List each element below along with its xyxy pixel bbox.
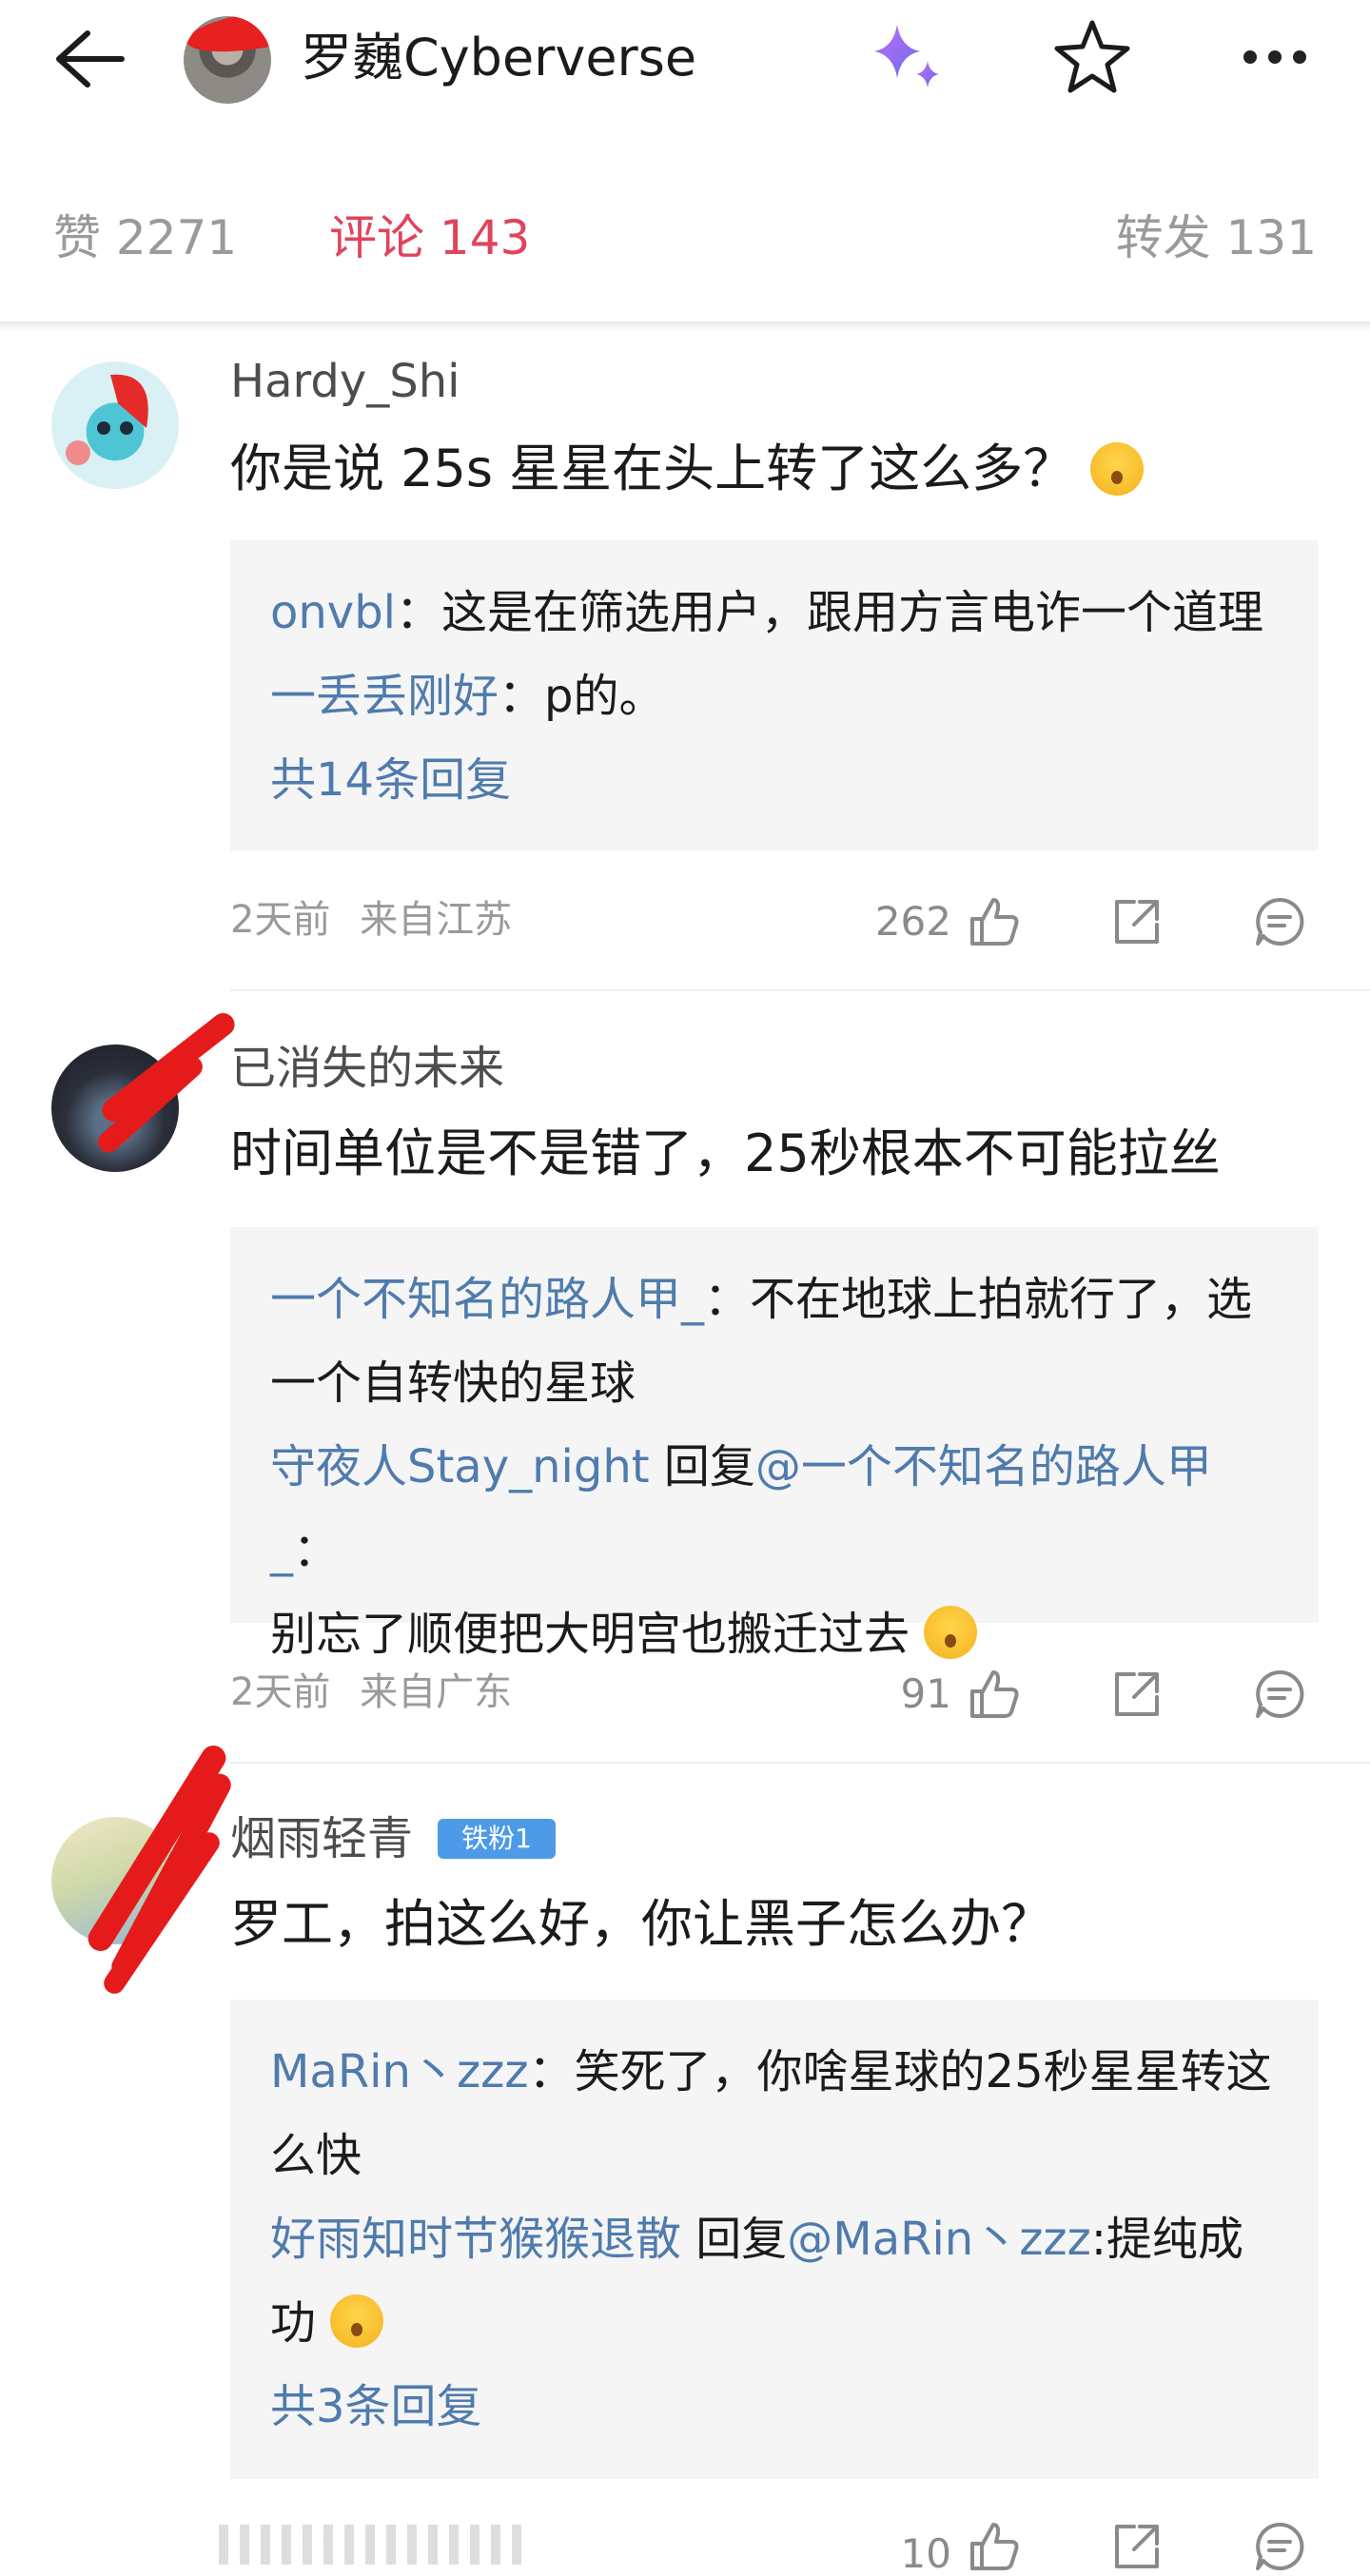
reply-text: 别忘了顺便把大明宫也搬迁过去 <box>270 1608 910 1661</box>
reply-line: 么快 <box>270 2114 1279 2197</box>
comment-divider <box>230 989 1370 991</box>
comment-bubble-icon[interactable] <box>1252 2519 1307 2574</box>
like-count: 91 <box>900 1670 951 1717</box>
view-more-replies[interactable]: 共3条回复 <box>270 2365 1279 2449</box>
more-dot <box>1243 50 1257 64</box>
thumbs-up-icon[interactable] <box>967 894 1022 949</box>
reply-line: onvbl：这是在筛选用户，跟用方言电诈一个道理 <box>270 571 1279 654</box>
reply-line: 守夜人Stay_night 回复@一个不知名的路人甲_： <box>270 1425 1279 1592</box>
view-more-replies[interactable]: 共14条回复 <box>270 738 1279 822</box>
commenter-name[interactable]: 已消失的未来 <box>230 1041 504 1096</box>
reply-line: 一个不知名的路人甲_：不在地球上拍就行了，选 <box>270 1258 1279 1341</box>
redaction-scribble <box>184 16 271 60</box>
share-icon[interactable] <box>1109 1667 1164 1722</box>
reply-line: 一个自转快的星球 <box>270 1341 1279 1425</box>
reply-username[interactable]: 守夜人Stay_night <box>270 1440 650 1493</box>
reply-text: 么快 <box>270 2129 362 2182</box>
comment-text: 你是说 25s 星星在头上转了这么多？ <box>230 438 1145 500</box>
like-count: 10 <box>900 2530 951 2576</box>
comment-meta: 2天前 来自江苏 <box>230 896 512 944</box>
sparkle-icon[interactable] <box>861 19 952 97</box>
author-name[interactable]: 罗巍Cyberverse <box>301 27 696 89</box>
fan-badge: 铁粉1 <box>438 1819 556 1859</box>
tab-likes[interactable]: 赞 2271 <box>53 209 237 266</box>
more-icon[interactable] <box>1237 19 1313 95</box>
comment-time: 2天前 <box>230 1670 331 1714</box>
reply-text: 这是在筛选用户，跟用方言电诈一个道理 <box>441 586 1264 639</box>
reply-username[interactable]: MaRin丶zzz <box>270 2045 529 2098</box>
reply-separator: ： <box>293 1524 340 1577</box>
star-icon[interactable] <box>1050 15 1134 99</box>
comment-divider <box>230 1762 1370 1764</box>
reply-separator: : <box>1090 2213 1106 2266</box>
reply-line: 别忘了顺便把大明宫也搬迁过去 <box>270 1592 1279 1676</box>
reply-username[interactable]: 一个不知名的路人甲_ <box>270 1273 704 1326</box>
comment-location: 来自广东 <box>360 1670 513 1714</box>
flushed-face-icon <box>1090 442 1145 496</box>
commenter-name[interactable]: 烟雨轻青 <box>230 1811 413 1866</box>
comment-bubble-icon[interactable] <box>1252 1667 1307 1722</box>
reply-text: 不在地球上拍就行了，选 <box>750 1273 1253 1326</box>
reply-username[interactable]: 一丢丢刚好 <box>270 670 499 723</box>
reply-username[interactable]: 好雨知时节猴猴退散 <box>270 2213 681 2266</box>
reply-preview[interactable]: onvbl：这是在筛选用户，跟用方言电诈一个道理 一丢丢刚好：p的。 共14条回… <box>230 540 1319 850</box>
reply-separator: ： <box>528 2045 575 2098</box>
reply-separator: ： <box>499 670 545 723</box>
tab-comments[interactable]: 评论 143 <box>329 209 530 266</box>
reply-mention[interactable]: @MaRin丶zzz <box>787 2213 1091 2266</box>
thumbs-up-icon[interactable] <box>967 1667 1022 1722</box>
avatar-illustration <box>66 374 148 465</box>
tab-bar: 赞 2271 评论 143 转发 131 <box>0 200 1370 285</box>
obscured-meta <box>219 2525 533 2565</box>
more-dot <box>1293 50 1306 64</box>
reply-text: 提纯成 <box>1106 2213 1243 2266</box>
tab-reposts[interactable]: 转发 131 <box>1116 209 1317 266</box>
reply-text: 功 <box>270 2296 317 2350</box>
comment-body: 你是说 25s 星星在头上转了这么多？ <box>230 439 1075 498</box>
comment-time: 2天前 <box>230 898 331 942</box>
more-dot <box>1268 50 1282 64</box>
reply-text: 笑死了，你啥星球的25秒星星转这 <box>574 2045 1272 2098</box>
crying-face-icon <box>924 1606 978 1659</box>
author-avatar[interactable] <box>184 16 271 104</box>
reply-line: MaRin丶zzz：笑死了，你啥星球的25秒星星转这 <box>270 2030 1279 2114</box>
reply-preview[interactable]: 一个不知名的路人甲_：不在地球上拍就行了，选 一个自转快的星球 守夜人Stay_… <box>230 1227 1319 1661</box>
header-divider <box>0 322 1370 331</box>
face-palm-icon <box>330 2294 384 2348</box>
comment-location: 来自江苏 <box>360 898 513 942</box>
reply-username[interactable]: onvbl <box>270 586 396 639</box>
share-icon[interactable] <box>1109 2519 1164 2574</box>
comment-text: 时间单位是不是错了，25秒根本不可能拉丝 <box>230 1123 1221 1183</box>
comment-meta: 2天前 来自广东 <box>230 1669 512 1716</box>
back-button[interactable] <box>49 17 141 101</box>
reply-line: 一丢丢刚好：p的。 <box>270 654 1279 738</box>
arrow-left-icon <box>56 30 125 88</box>
like-count: 262 <box>874 898 951 945</box>
reply-text: p的。 <box>544 670 665 723</box>
reply-preview[interactable]: MaRin丶zzz：笑死了，你啥星球的25秒星星转这 么快 好雨知时节猴猴退散 … <box>230 2000 1319 2479</box>
reply-separator: ： <box>396 586 442 639</box>
share-icon[interactable] <box>1109 894 1164 949</box>
reply-text: 一个自转快的星球 <box>270 1356 636 1410</box>
thumbs-up-icon[interactable] <box>967 2519 1022 2574</box>
commenter-avatar[interactable] <box>51 361 179 489</box>
reply-separator: ： <box>704 1273 751 1326</box>
reply-line: 功 <box>270 2281 1279 2365</box>
reply-word: 回复 <box>649 1440 755 1493</box>
reply-word: 回复 <box>681 2213 788 2266</box>
commenter-name[interactable]: Hardy_Shi <box>230 354 460 409</box>
top-bar: 罗巍Cyberverse <box>0 0 1370 116</box>
comment-text: 罗工，拍这么好，你让黑子怎么办？ <box>230 1894 1052 1954</box>
comment-bubble-icon[interactable] <box>1252 894 1307 949</box>
reply-line: 好雨知时节猴猴退散 回复@MaRin丶zzz:提纯成 <box>270 2197 1279 2281</box>
